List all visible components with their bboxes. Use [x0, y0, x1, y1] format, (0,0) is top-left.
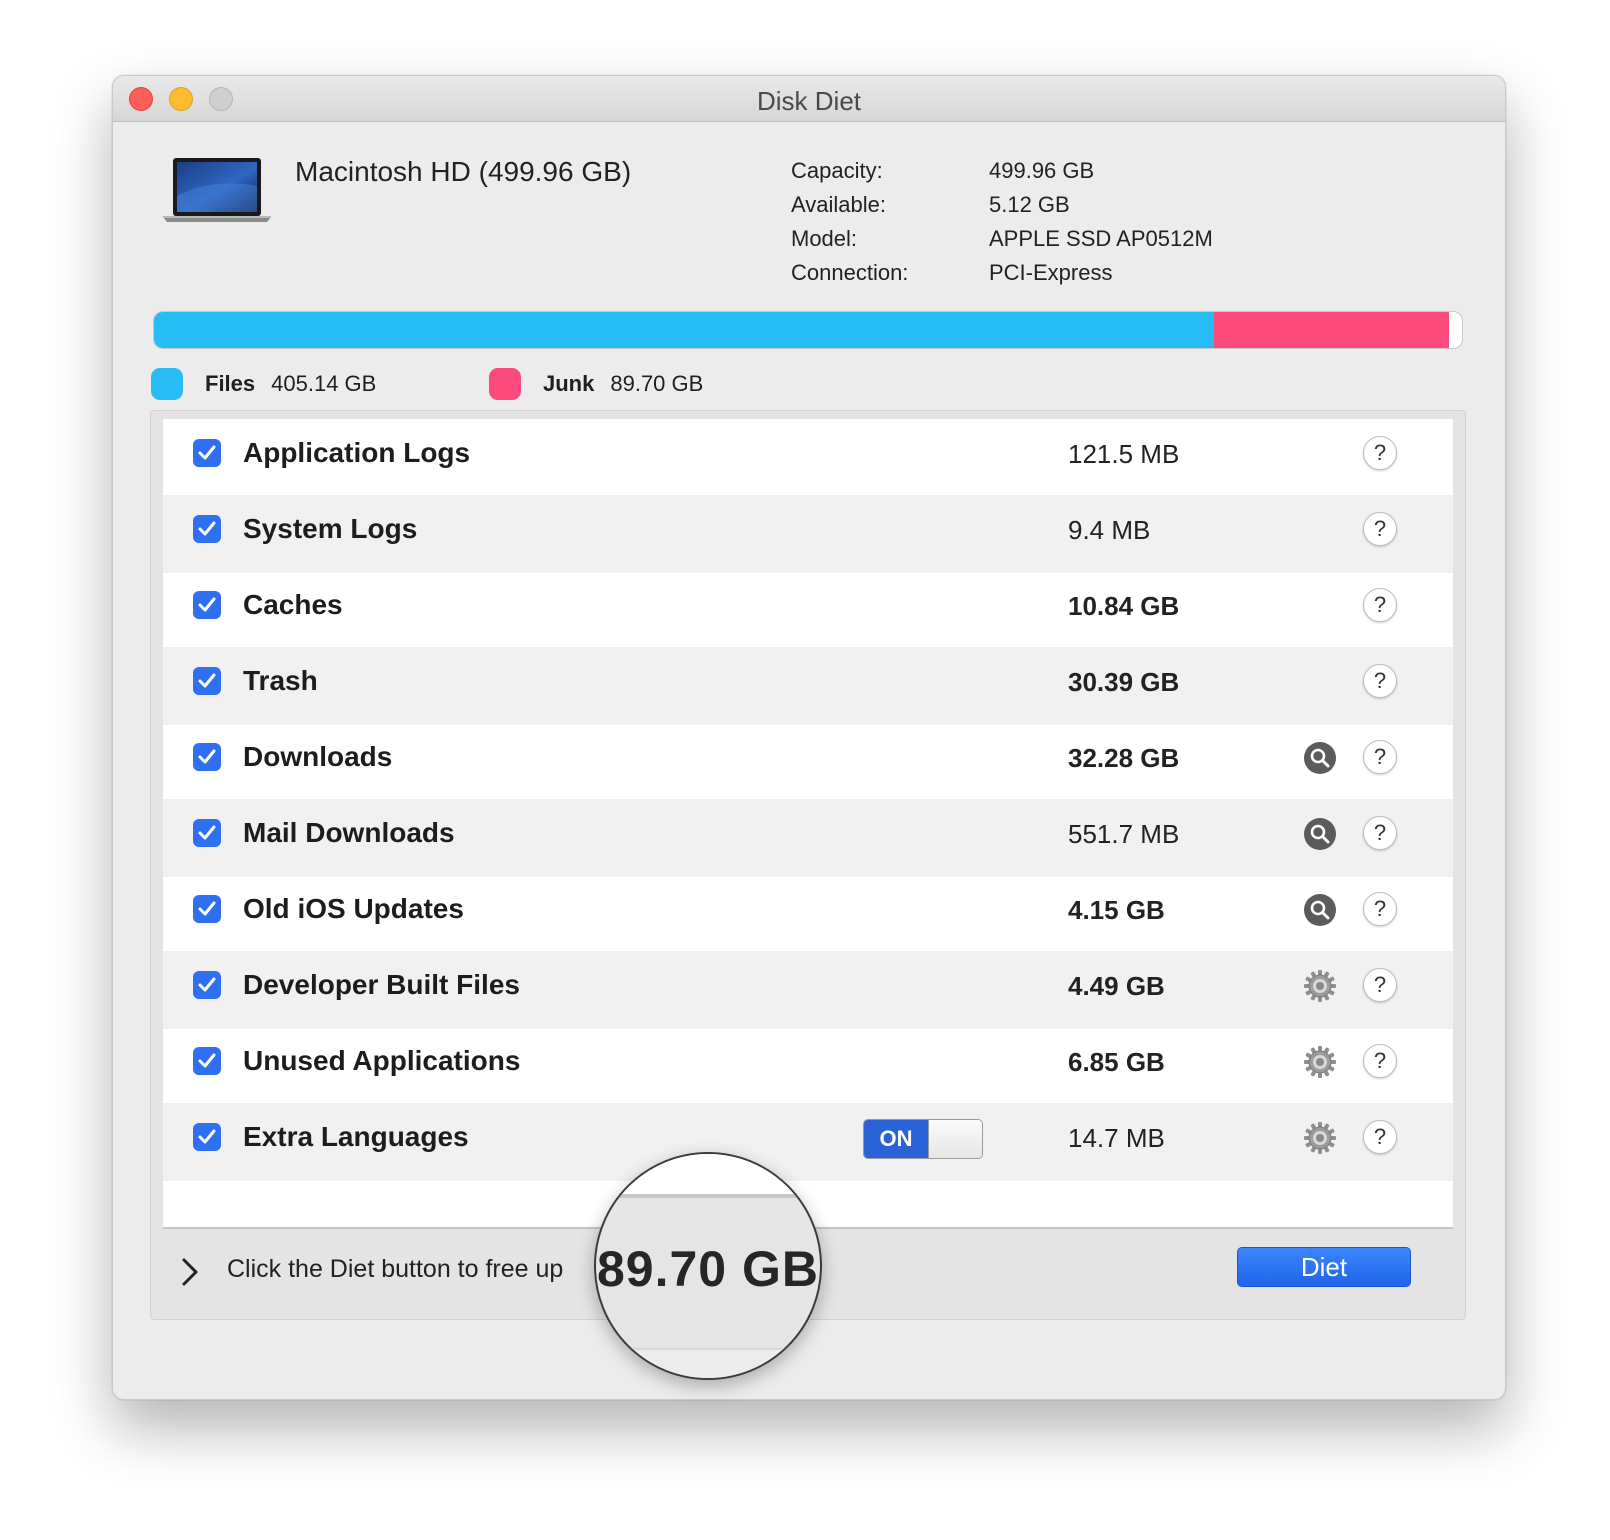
list-item[interactable]: Mail Downloads 551.7 MB? — [163, 799, 1453, 877]
info-key: Model: — [791, 226, 858, 251]
toggle-label: ON — [864, 1120, 928, 1158]
magnifier-icon[interactable] — [1303, 893, 1337, 927]
info-key: Capacity: — [791, 158, 883, 183]
magnifier-icon[interactable] — [1303, 741, 1337, 775]
title-bar[interactable]: Disk Diet — [113, 76, 1505, 122]
legend-files-value: 405.14 GB — [271, 371, 377, 396]
legend-junk-label: Junk — [543, 371, 595, 396]
item-checkbox[interactable] — [193, 1123, 221, 1151]
item-label: Caches — [243, 589, 343, 620]
help-button[interactable]: ? — [1363, 968, 1397, 1002]
item-size: 14.7 MB — [1068, 1123, 1165, 1153]
item-size: 4.49 GB — [1068, 971, 1165, 1001]
item-checkbox[interactable] — [193, 819, 221, 847]
toggle-knob[interactable] — [928, 1120, 982, 1158]
item-label: System Logs — [243, 513, 418, 544]
disk-usage-bar — [153, 311, 1463, 349]
legend-files: Files 405.14 GB — [151, 368, 376, 400]
help-button[interactable]: ? — [1363, 512, 1397, 546]
item-checkbox[interactable] — [193, 439, 221, 467]
app-window: Disk Diet Macintosh HD (499.96 GB) Capac… — [112, 75, 1506, 1400]
gear-icon[interactable] — [1303, 969, 1337, 1003]
chevron-right-icon[interactable] — [179, 1257, 201, 1287]
junk-swatch — [489, 368, 521, 400]
free-up-amount: 89.70 GB — [596, 1241, 819, 1297]
usage-junk-segment — [1213, 312, 1449, 348]
item-size: 9.4 MB — [1068, 515, 1151, 545]
item-checkbox[interactable] — [193, 971, 221, 999]
help-button[interactable]: ? — [1363, 436, 1397, 470]
item-label: Extra Languages — [243, 1121, 469, 1152]
item-size: 30.39 GB — [1068, 667, 1180, 697]
item-checkbox[interactable] — [193, 591, 221, 619]
macbook-icon — [163, 158, 271, 222]
info-value: 499.96 GB — [989, 158, 1095, 183]
help-button[interactable]: ? — [1363, 1120, 1397, 1154]
help-button[interactable]: ? — [1363, 816, 1397, 850]
list-item[interactable]: Old iOS Updates 4.15 GB? — [163, 875, 1453, 953]
list-item[interactable]: Unused Applications 6.85 GB? — [163, 1027, 1453, 1105]
item-size: 10.84 GB — [1068, 591, 1180, 621]
legend-junk: Junk 89.70 GB — [489, 368, 703, 400]
info-value: 5.12 GB — [989, 192, 1070, 217]
magnifier-icon[interactable] — [1303, 817, 1337, 851]
help-button[interactable]: ? — [1363, 664, 1397, 698]
footer-message: Click the Diet button to free up — [227, 1255, 564, 1283]
legend-junk-value: 89.70 GB — [610, 371, 704, 396]
item-size: 32.28 GB — [1068, 743, 1180, 773]
item-label: Mail Downloads — [243, 817, 455, 848]
help-button[interactable]: ? — [1363, 588, 1397, 622]
item-label: Application Logs — [243, 437, 471, 468]
info-row-capacity: Capacity: 499.96 GB — [791, 154, 1213, 188]
item-label: Trash — [243, 665, 318, 696]
window-title: Disk Diet — [756, 86, 861, 116]
item-size: 121.5 MB — [1068, 439, 1180, 469]
list-item[interactable]: Trash 30.39 GB? — [163, 647, 1453, 725]
disk-name: Macintosh HD (499.96 GB) — [295, 156, 632, 187]
junk-list[interactable]: Application Logs 121.5 MB? System Logs 9.4 … — [163, 419, 1453, 1229]
help-button[interactable]: ? — [1363, 740, 1397, 774]
info-row-model: Model: APPLE SSD AP0512M — [791, 222, 1213, 256]
item-label: Old iOS Updates — [243, 893, 464, 924]
list-item[interactable]: Application Logs 121.5 MB? — [163, 419, 1453, 497]
list-item[interactable]: Downloads 32.28 GB? — [163, 723, 1453, 801]
item-checkbox[interactable] — [193, 743, 221, 771]
languages-toggle[interactable]: ON — [863, 1119, 983, 1159]
info-key: Available: — [791, 192, 886, 217]
info-value: PCI-Express — [989, 260, 1113, 285]
info-row-available: Available: 5.12 GB — [791, 188, 1213, 222]
disk-info: Capacity: 499.96 GB Available: 5.12 GB M… — [791, 154, 1213, 290]
list-item[interactable]: Caches 10.84 GB? — [163, 571, 1453, 649]
item-checkbox[interactable] — [193, 667, 221, 695]
files-swatch — [151, 368, 183, 400]
item-size: 4.15 GB — [1068, 895, 1165, 925]
magnified-amount: 89.70 GB — [594, 1152, 822, 1380]
item-label: Unused Applications — [243, 1045, 521, 1076]
gear-icon[interactable] — [1303, 1121, 1337, 1155]
help-button[interactable]: ? — [1363, 1044, 1397, 1078]
item-checkbox[interactable] — [193, 895, 221, 923]
usage-files-segment — [154, 312, 1214, 348]
item-checkbox[interactable] — [193, 1047, 221, 1075]
legend-files-label: Files — [205, 371, 256, 396]
diet-button[interactable]: Diet — [1237, 1247, 1411, 1287]
info-value: APPLE SSD AP0512M — [989, 226, 1213, 251]
help-button[interactable]: ? — [1363, 892, 1397, 926]
info-key: Connection: — [791, 260, 909, 285]
gear-icon[interactable] — [1303, 1045, 1337, 1079]
item-label: Downloads — [243, 741, 393, 772]
item-checkbox[interactable] — [193, 515, 221, 543]
item-size: 551.7 MB — [1068, 819, 1180, 849]
list-item[interactable]: Developer Built Files 4.49 GB? — [163, 951, 1453, 1029]
info-row-connection: Connection: PCI-Express — [791, 256, 1213, 290]
item-label: Developer Built Files — [243, 969, 520, 1000]
list-item[interactable]: System Logs 9.4 MB? — [163, 495, 1453, 573]
item-size: 6.85 GB — [1068, 1047, 1165, 1077]
